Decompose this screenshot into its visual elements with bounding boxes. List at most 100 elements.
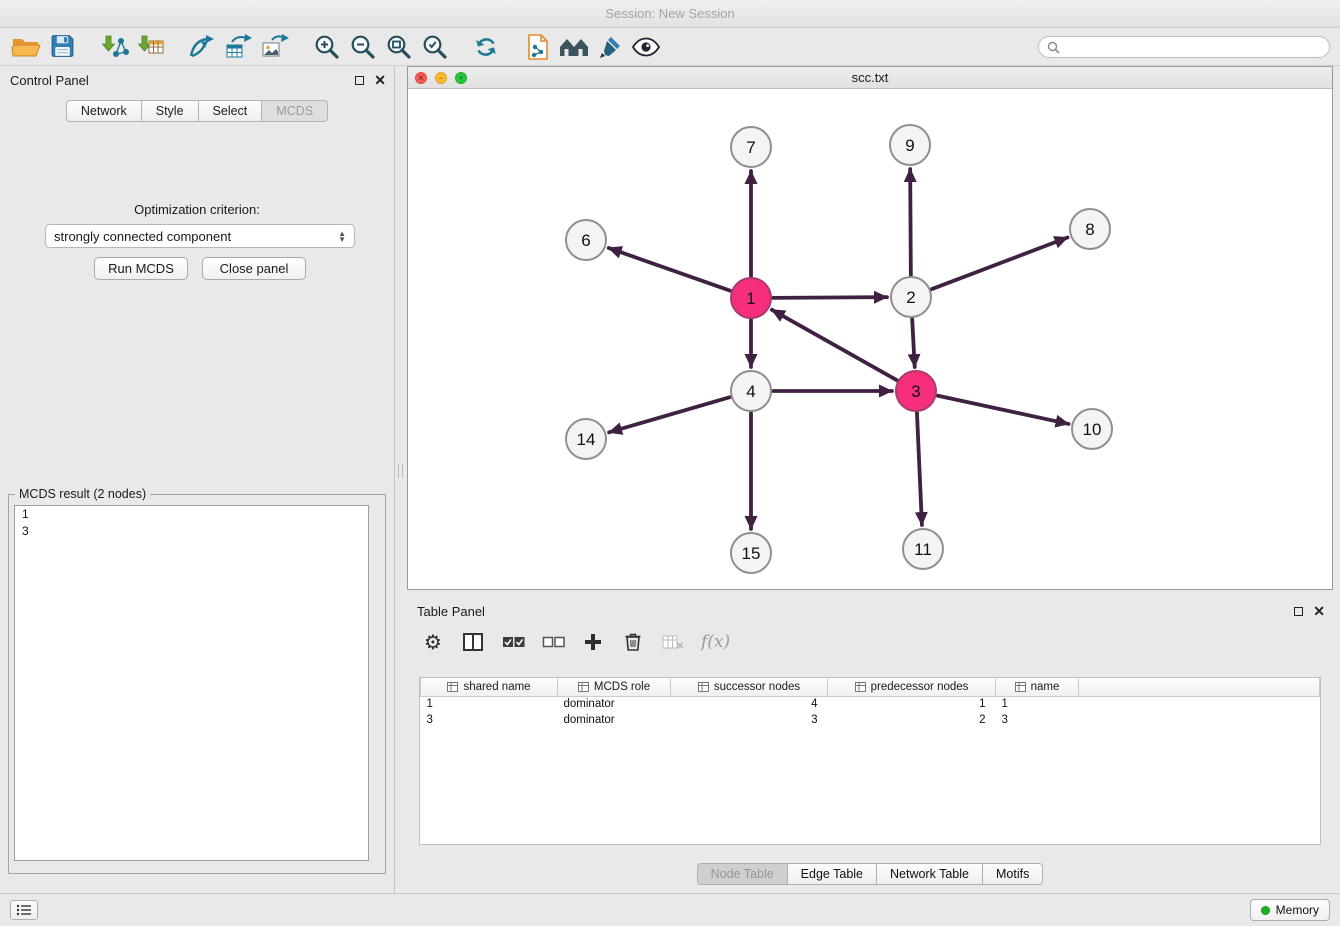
splitter-grip-icon xyxy=(398,464,403,478)
run-mcds-button[interactable]: Run MCDS xyxy=(94,257,188,280)
column-header-name[interactable]: name xyxy=(996,678,1079,696)
graph-node-label: 10 xyxy=(1083,420,1102,439)
graph-edge[interactable] xyxy=(609,248,731,291)
tab-style[interactable]: Style xyxy=(141,100,199,122)
add-column-button[interactable] xyxy=(581,628,605,656)
table-row[interactable]: 3dominator323 xyxy=(421,712,1320,728)
result-item[interactable]: 1 xyxy=(15,506,368,523)
show-hide-button[interactable] xyxy=(628,30,664,64)
search-box[interactable] xyxy=(1038,36,1330,58)
table-cell[interactable]: dominator xyxy=(558,712,671,728)
network-canvas[interactable]: 7968124314101511 xyxy=(408,89,1332,589)
table-cell[interactable]: 3 xyxy=(671,712,828,728)
refresh-layout-button[interactable] xyxy=(468,30,504,64)
table-cell[interactable]: 1 xyxy=(996,696,1079,712)
control-panel-title: Control Panel xyxy=(10,73,89,88)
import-table-button[interactable] xyxy=(132,30,168,64)
zoom-in-icon xyxy=(313,33,340,60)
open-folder-icon xyxy=(11,34,41,60)
optimization-criterion-label: Optimization criterion: xyxy=(0,202,394,217)
select-all-columns-button[interactable] xyxy=(501,628,525,656)
close-panel-button[interactable]: Close panel xyxy=(202,257,306,280)
graph-edge[interactable] xyxy=(772,310,897,380)
apply-style-button[interactable] xyxy=(592,30,628,64)
graph-edge[interactable] xyxy=(938,396,1069,424)
tab-network-table[interactable]: Network Table xyxy=(876,863,983,885)
export-image-button[interactable] xyxy=(256,30,292,64)
result-item[interactable]: 3 xyxy=(15,523,368,540)
main-toolbar xyxy=(0,28,1340,66)
column-header-mcds-role[interactable]: MCDS role xyxy=(558,678,671,696)
table-cell[interactable]: 4 xyxy=(671,696,828,712)
graph-node-label: 15 xyxy=(742,544,761,563)
graph-edge[interactable] xyxy=(773,297,887,298)
zoom-selected-button[interactable] xyxy=(416,30,452,64)
float-table-panel-icon[interactable] xyxy=(1294,607,1303,616)
mcds-result-title: MCDS result (2 nodes) xyxy=(15,487,150,501)
graph-node-label: 11 xyxy=(914,540,932,559)
control-panel-header: Control Panel ✕ xyxy=(0,66,394,94)
status-menu-button[interactable] xyxy=(10,900,38,920)
tab-motifs[interactable]: Motifs xyxy=(982,863,1043,885)
window-zoom-button[interactable]: + xyxy=(455,72,467,84)
table-row[interactable]: 1dominator411 xyxy=(421,696,1320,712)
graph-node-label: 2 xyxy=(906,288,915,307)
table-cell[interactable]: 1 xyxy=(828,696,996,712)
window-close-button[interactable]: ✕ xyxy=(415,72,427,84)
network-graph[interactable]: 7968124314101511 xyxy=(408,89,1332,589)
split-columns-button[interactable] xyxy=(461,628,485,656)
tab-network[interactable]: Network xyxy=(66,100,142,122)
unselect-all-columns-button[interactable] xyxy=(541,628,565,656)
network-window-title: scc.txt xyxy=(852,70,889,85)
memory-button[interactable]: Memory xyxy=(1250,899,1330,921)
export-network-button[interactable] xyxy=(184,30,220,64)
eye-icon xyxy=(631,37,661,57)
window-minimize-button[interactable]: − xyxy=(435,72,447,84)
save-session-button[interactable] xyxy=(44,30,80,64)
graph-node-label: 6 xyxy=(581,231,590,250)
function-builder-button: f(x) xyxy=(701,628,730,656)
import-network-button[interactable] xyxy=(96,30,132,64)
graph-edge[interactable] xyxy=(912,319,915,367)
zoom-out-button[interactable] xyxy=(344,30,380,64)
table-cell[interactable]: 2 xyxy=(828,712,996,728)
zoom-selected-icon xyxy=(421,33,448,60)
column-header-filler xyxy=(1079,678,1320,696)
network-window-titlebar[interactable]: ✕ − + scc.txt xyxy=(408,67,1332,89)
import-network-icon xyxy=(99,33,129,61)
panel-splitter[interactable] xyxy=(395,66,407,893)
open-session-button[interactable] xyxy=(8,30,44,64)
column-header-predecessor-nodes[interactable]: predecessor nodes xyxy=(828,678,996,696)
close-table-panel-icon[interactable]: ✕ xyxy=(1313,604,1325,618)
column-header-successor-nodes[interactable]: successor nodes xyxy=(671,678,828,696)
graph-edge[interactable] xyxy=(917,413,922,525)
column-header-shared-name[interactable]: shared name xyxy=(421,678,558,696)
table-cell[interactable]: 3 xyxy=(421,712,558,728)
mcds-result-list[interactable]: 13 xyxy=(14,505,369,861)
zoom-fit-button[interactable] xyxy=(380,30,416,64)
refresh-icon xyxy=(472,33,500,61)
tab-select[interactable]: Select xyxy=(198,100,263,122)
table-cell[interactable]: 3 xyxy=(996,712,1079,728)
export-table-button[interactable] xyxy=(220,30,256,64)
tab-edge-table[interactable]: Edge Table xyxy=(787,863,877,885)
home-views-button[interactable] xyxy=(556,30,592,64)
table-settings-button[interactable]: ⚙ xyxy=(421,628,445,656)
graph-edge[interactable] xyxy=(609,397,730,432)
table-cell[interactable]: dominator xyxy=(558,696,671,712)
graph-edge[interactable] xyxy=(910,169,911,275)
close-panel-icon[interactable]: ✕ xyxy=(374,73,386,87)
graph-edge[interactable] xyxy=(932,238,1068,290)
optimization-criterion-dropdown[interactable]: strongly connected component ▲▼ xyxy=(45,224,355,248)
delete-column-button[interactable] xyxy=(621,628,645,656)
search-input[interactable] xyxy=(1060,40,1329,54)
tab-mcds[interactable]: MCDS xyxy=(261,100,328,122)
open-network-file-button[interactable] xyxy=(520,30,556,64)
table-cell[interactable]: 1 xyxy=(421,696,558,712)
delete-table-button xyxy=(661,628,685,656)
table-header-row: shared name MCDS role successor nodes pr… xyxy=(421,678,1320,696)
zoom-in-button[interactable] xyxy=(308,30,344,64)
save-icon xyxy=(49,33,76,60)
tab-node-table[interactable]: Node Table xyxy=(697,863,788,885)
float-panel-icon[interactable] xyxy=(355,76,364,85)
